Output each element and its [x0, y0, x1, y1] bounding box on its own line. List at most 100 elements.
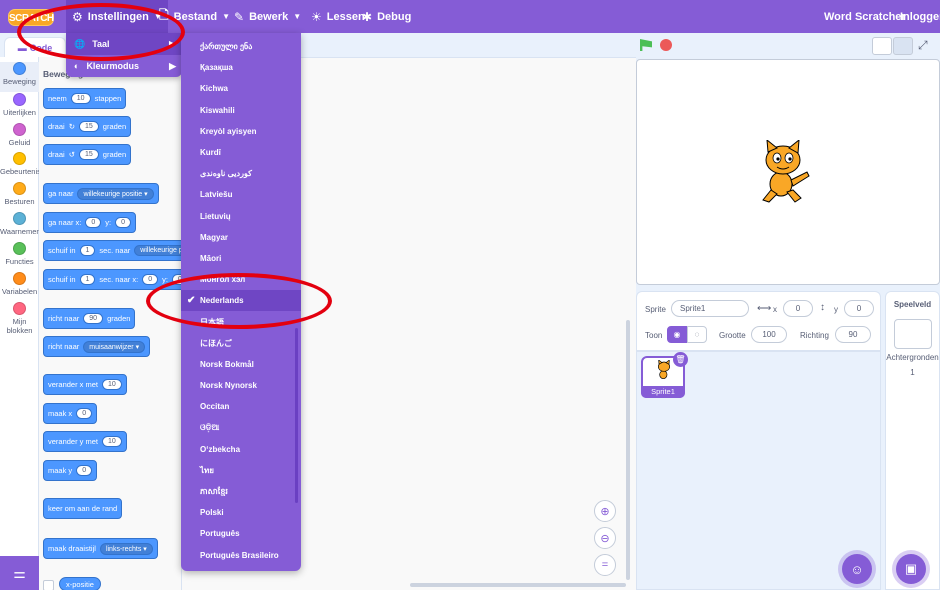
language-option[interactable]: Norsk Bokmål — [181, 354, 301, 375]
language-option[interactable]: ଓଡ଼ିଆ — [181, 417, 301, 438]
category-events[interactable]: Gebeurtenissen — [0, 152, 39, 176]
block-input[interactable]: 1 — [79, 274, 96, 285]
language-option[interactable]: Māori — [181, 248, 301, 269]
stage-selector[interactable]: Speelveld Achtergronden 1 — [885, 291, 940, 590]
normal-stage-button[interactable] — [893, 37, 913, 55]
language-option[interactable]: Norsk Nynorsk — [181, 375, 301, 396]
language-option[interactable]: Lietuvių — [181, 206, 301, 227]
small-stage-button[interactable] — [872, 37, 892, 55]
language-option[interactable]: ไทย — [181, 460, 301, 481]
block-set-x[interactable]: maak x 0 — [43, 403, 98, 424]
block-input[interactable]: 0 — [76, 465, 93, 476]
add-sprite-button[interactable]: ☺ — [842, 554, 872, 584]
zoom-in-button[interactable]: ⊕ — [594, 500, 616, 522]
fullscreen-icon[interactable]: ⤢ — [918, 38, 928, 53]
zoom-reset-button[interactable]: = — [594, 554, 616, 576]
language-option-selected[interactable]: ✔ Nederlands — [181, 290, 301, 312]
category-sound[interactable]: Geluid — [0, 123, 39, 147]
category-motion[interactable]: Beweging — [0, 62, 39, 92]
size-input[interactable]: 100 — [751, 326, 787, 343]
category-looks[interactable]: Uiterlijken — [0, 93, 39, 117]
sprite-name-input[interactable]: Sprite1 — [671, 300, 749, 317]
block-dropdown[interactable]: muisaanwijzer ▾ — [83, 340, 146, 353]
category-operators[interactable]: Functies — [0, 242, 39, 266]
block-input[interactable]: 15 — [78, 121, 99, 132]
file-menu[interactable]: 🗋 Bestand ▼ — [153, 0, 236, 33]
block-input[interactable]: 0 — [76, 408, 93, 419]
green-flag-icon[interactable] — [640, 39, 652, 51]
block-change-y[interactable]: verander y met 10 — [43, 431, 127, 452]
language-option[interactable]: Қазақша — [181, 57, 301, 78]
stop-icon[interactable] — [660, 39, 672, 51]
block-input[interactable]: 15 — [78, 149, 99, 160]
tab-code[interactable]: ▬ Code — [4, 37, 66, 57]
block-point-towards[interactable]: richt naar muisaanwijzer ▾ — [43, 336, 151, 357]
language-option[interactable]: Kiswahili — [181, 100, 301, 121]
language-option[interactable]: Português — [181, 523, 301, 544]
block-point-direction[interactable]: richt naar 90 graden — [43, 308, 136, 329]
category-control[interactable]: Besturen — [0, 182, 39, 206]
block-glide-xy[interactable]: schuif in 1 sec. naar x: 0 y: 0 — [43, 269, 181, 290]
language-option[interactable]: Kreyòl ayisyen — [181, 121, 301, 142]
block-goto[interactable]: ga naar willekeurige positie ▾ — [43, 183, 159, 204]
block-move-steps[interactable]: neem 10 stappen — [43, 88, 127, 109]
block-turn-left[interactable]: draai ↺ 15 graden — [43, 144, 132, 165]
theme-menu-item[interactable]: ◐ Kleurmodus ▶ — [66, 55, 182, 77]
block-input[interactable]: 0 — [142, 274, 159, 285]
language-option[interactable]: Kichwa — [181, 78, 301, 99]
language-option[interactable]: Latviešu — [181, 184, 301, 205]
direction-input[interactable]: 90 — [835, 326, 871, 343]
block-input[interactable]: 0 — [85, 217, 102, 228]
cat-sprite[interactable] — [753, 140, 813, 206]
zoom-out-button[interactable]: ⊖ — [594, 527, 616, 549]
language-option[interactable]: ភាសាខ្មែរ — [181, 481, 301, 502]
vertical-scrollbar[interactable] — [626, 320, 630, 580]
block-set-y[interactable]: maak y 0 — [43, 460, 98, 481]
y-input[interactable]: 0 — [844, 300, 874, 317]
block-dropdown[interactable]: willekeurige positie ▾ — [77, 187, 154, 200]
add-extension-button[interactable]: ⚌ — [0, 556, 39, 590]
edit-menu[interactable]: ✎ Bewerk ▼ — [228, 0, 307, 33]
scratch-logo[interactable]: SCRATCH — [8, 9, 54, 26]
delete-sprite-button[interactable]: 🗑 — [673, 352, 688, 367]
block-input[interactable]: 10 — [70, 93, 91, 104]
stage[interactable] — [636, 59, 940, 285]
language-option[interactable]: Монгол хэл — [181, 269, 301, 290]
x-input[interactable]: 0 — [783, 300, 813, 317]
block-input[interactable]: 10 — [102, 379, 122, 390]
language-menu-item[interactable]: 🌐 Taal ▶ — [66, 33, 182, 55]
block-turn-right[interactable]: draai ↻ 15 graden — [43, 116, 132, 137]
category-variables[interactable]: Variabelen — [0, 272, 39, 296]
block-input[interactable]: 0 — [115, 217, 132, 228]
block-dropdown[interactable]: links-rechts ▾ — [99, 542, 153, 555]
language-scrollbar[interactable] — [295, 328, 298, 503]
language-option[interactable]: 日本語 — [181, 311, 301, 332]
language-option[interactable]: Magyar — [181, 227, 301, 248]
debug-button[interactable]: ✱ Debug — [356, 0, 417, 33]
block-input[interactable]: 1 — [79, 245, 96, 256]
language-option[interactable]: O‘zbekcha — [181, 439, 301, 460]
join-scratch-link[interactable]: Word Scratcher — [824, 0, 906, 33]
block-bounce[interactable]: keer om aan de rand — [43, 498, 123, 519]
language-option[interactable]: にほんご — [181, 333, 301, 354]
language-option[interactable]: Kurdî — [181, 142, 301, 163]
block-goto-xy[interactable]: ga naar x: 0 y: 0 — [43, 212, 137, 233]
language-option[interactable]: کوردیی ناوەندی — [181, 163, 301, 184]
block-rotation-style[interactable]: maak draaistijl links-rechts ▾ — [43, 538, 158, 559]
category-sensing[interactable]: Waarnemen — [0, 212, 39, 236]
horizontal-scrollbar[interactable] — [410, 583, 626, 587]
language-option[interactable]: Português Brasileiro — [181, 545, 301, 566]
category-my-blocks[interactable]: Mijn blokken — [0, 302, 39, 335]
language-option[interactable]: Polski — [181, 502, 301, 523]
block-x-position[interactable]: x-positie — [59, 577, 101, 590]
block-change-x[interactable]: verander x met 10 — [43, 374, 127, 395]
block-input[interactable]: 10 — [102, 436, 122, 447]
language-option[interactable]: Occitan — [181, 396, 301, 417]
block-dropdown[interactable]: willekeurige pos — [134, 245, 181, 256]
show-visible-button[interactable]: ◉ — [667, 326, 687, 343]
add-backdrop-button[interactable]: ▣ — [896, 554, 926, 584]
show-hidden-button[interactable]: ◌ — [687, 326, 707, 343]
language-option[interactable]: ქართული ენა — [181, 36, 301, 57]
sign-in-link[interactable]: Inloggen — [900, 0, 940, 33]
xpos-checkbox[interactable] — [43, 580, 54, 590]
